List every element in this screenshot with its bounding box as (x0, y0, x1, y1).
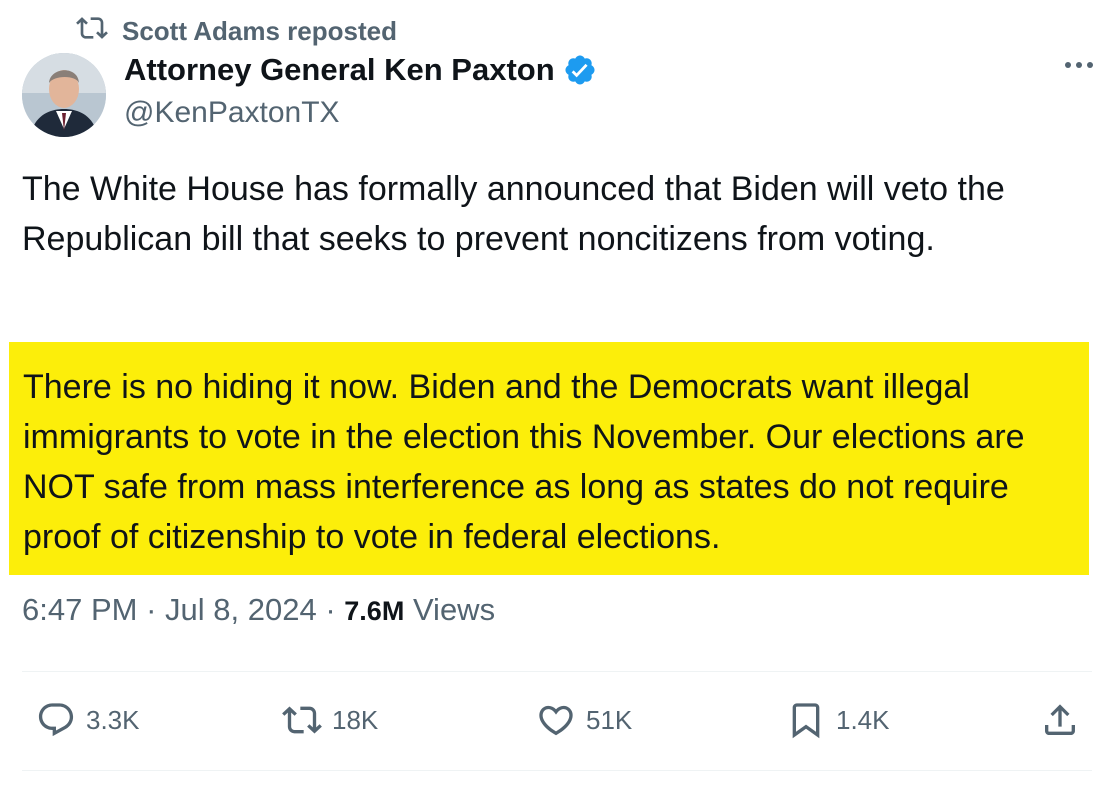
divider (22, 770, 1092, 771)
avatar[interactable] (22, 53, 106, 137)
author-handle[interactable]: @KenPaxtonTX (124, 96, 340, 130)
repost-label: Scott Adams reposted (122, 16, 397, 46)
repost-button[interactable]: 18K (282, 700, 378, 740)
tweet-time[interactable]: 6:47 PM (22, 592, 137, 627)
share-icon (1040, 700, 1080, 740)
views-count: 7.6M (344, 596, 405, 626)
bookmark-count: 1.4K (836, 704, 890, 735)
reply-button[interactable]: 3.3K (36, 700, 140, 740)
bookmark-button[interactable]: 1.4K (786, 700, 890, 740)
like-count: 51K (586, 704, 633, 735)
author-name-row: Attorney General Ken Paxton (124, 52, 597, 88)
repost-icon (76, 12, 108, 51)
more-options-icon[interactable] (1065, 62, 1093, 68)
verified-badge-icon[interactable] (563, 53, 597, 87)
heart-icon (536, 700, 576, 740)
author-display-name[interactable]: Attorney General Ken Paxton (124, 52, 555, 88)
meta-separator: · (325, 592, 336, 627)
reply-icon (36, 700, 76, 740)
like-button[interactable]: 51K (536, 700, 632, 740)
repost-icon (282, 700, 322, 740)
tweet-text: The White House has formally announced t… (22, 170, 1005, 258)
views-label: Views (412, 592, 496, 627)
bookmark-icon (786, 700, 826, 740)
repost-count: 18K (332, 704, 379, 735)
meta-separator: · (146, 592, 157, 627)
repost-header[interactable]: Scott Adams reposted (76, 12, 397, 51)
tweet-meta: 6:47 PM · Jul 8, 2024 · 7.6M Views (22, 592, 495, 628)
tweet-date[interactable]: Jul 8, 2024 (165, 592, 317, 627)
tweet-highlighted-text: There is no hiding it now. Biden and the… (9, 342, 1089, 575)
divider (22, 671, 1092, 672)
reply-count: 3.3K (86, 704, 140, 735)
share-button[interactable] (1040, 700, 1080, 740)
action-bar: 3.3K 18K 51K 1.4K (0, 700, 1115, 750)
